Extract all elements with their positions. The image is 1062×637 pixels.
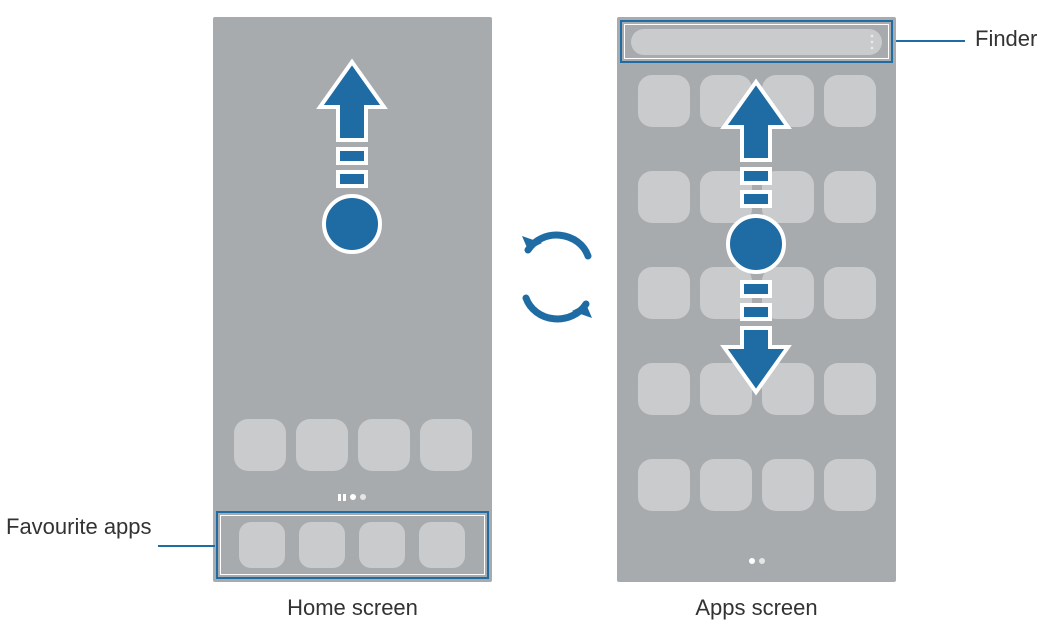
app-tile <box>762 75 814 127</box>
swipe-up-icon <box>292 52 412 272</box>
leader-line <box>158 545 215 547</box>
app-tile <box>638 267 690 319</box>
app-tile <box>762 363 814 415</box>
favourite-apps-callout <box>216 511 489 579</box>
app-tile <box>638 171 690 223</box>
swap-arrows-icon <box>512 220 602 335</box>
app-tile <box>700 363 752 415</box>
app-tile <box>420 419 472 471</box>
app-tile <box>358 419 410 471</box>
finder-callout <box>620 20 893 63</box>
app-tile <box>824 171 876 223</box>
leader-line <box>896 40 965 42</box>
app-tile <box>762 459 814 511</box>
app-tile <box>296 419 348 471</box>
home-screen-caption: Home screen <box>213 595 492 621</box>
diagram: Home screen Favourite apps <box>0 0 1062 637</box>
app-tile <box>824 75 876 127</box>
app-tile <box>824 459 876 511</box>
apps-screen-phone <box>617 17 896 582</box>
finder-label: Finder <box>975 26 1037 52</box>
app-tile <box>638 459 690 511</box>
app-tile <box>234 419 286 471</box>
app-tile <box>824 363 876 415</box>
app-tile <box>700 459 752 511</box>
page-indicator-icon <box>617 556 896 566</box>
app-tile <box>700 75 752 127</box>
app-tile <box>700 267 752 319</box>
home-screen-phone <box>213 17 492 582</box>
app-tile <box>824 267 876 319</box>
app-tile <box>638 363 690 415</box>
app-tile <box>762 171 814 223</box>
favourite-apps-label: Favourite apps <box>6 514 152 540</box>
page-indicator-icon <box>213 492 492 502</box>
apps-screen-caption: Apps screen <box>617 595 896 621</box>
app-tile <box>700 171 752 223</box>
app-tile <box>638 75 690 127</box>
app-tile <box>762 267 814 319</box>
